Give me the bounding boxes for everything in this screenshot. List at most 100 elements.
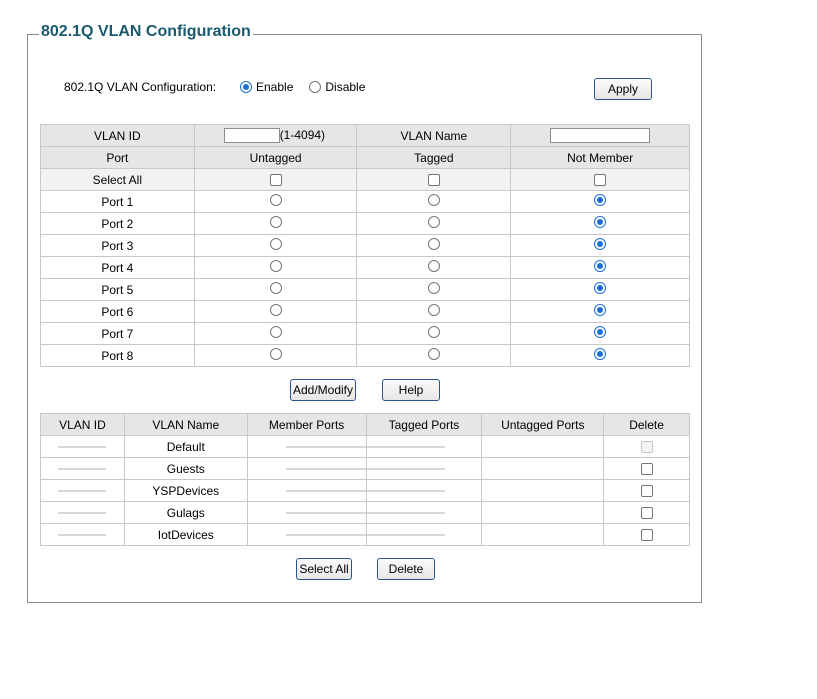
- port-row: Port 6: [40, 300, 690, 323]
- port-header-row: Port Untagged Tagged Not Member: [40, 146, 690, 169]
- delete-checkbox[interactable]: [640, 529, 653, 542]
- member-ports-cell: [246, 479, 367, 502]
- vlan-id-range: (1-4094): [279, 127, 326, 142]
- vlan-id-input[interactable]: [223, 128, 280, 144]
- redacted-value: [58, 468, 107, 471]
- port-tagged-radio[interactable]: [427, 194, 440, 206]
- delete-checkbox[interactable]: [640, 507, 653, 520]
- port-not-member-radio[interactable]: [594, 282, 607, 294]
- tagged-ports-cell: [365, 479, 483, 502]
- add-modify-button[interactable]: Add/Modify: [290, 379, 356, 401]
- disable-radio[interactable]: [309, 81, 322, 93]
- port-not-member-radio[interactable]: [594, 260, 607, 272]
- port-tagged-radio[interactable]: [427, 304, 440, 316]
- vlan-name-cell: [510, 124, 690, 147]
- untagged-ports-cell: [481, 435, 605, 458]
- port-not-member-radio[interactable]: [594, 194, 607, 206]
- tagged-ports-cell: [365, 435, 483, 458]
- select-all-untagged-checkbox[interactable]: [269, 174, 282, 187]
- port-name: Port 4: [40, 256, 195, 279]
- header-untagged: Untagged: [193, 146, 358, 169]
- port-untagged-radio[interactable]: [269, 326, 282, 338]
- port-name: Port 6: [40, 300, 195, 323]
- vlan-name-label: VLAN Name: [356, 124, 512, 147]
- member-ports-cell: [246, 457, 367, 480]
- untagged-ports-cell: [481, 501, 605, 524]
- port-name: Port 5: [40, 278, 195, 301]
- vlan-id-cell: [40, 435, 125, 458]
- port-untagged-radio[interactable]: [269, 238, 282, 250]
- delete-button[interactable]: Delete: [377, 558, 435, 580]
- port-tagged-radio[interactable]: [427, 326, 440, 338]
- port-name: Port 2: [40, 212, 195, 235]
- port-name: Port 1: [40, 190, 195, 213]
- vlan-list-table: VLAN ID VLAN Name Member Ports Tagged Po…: [40, 413, 690, 546]
- port-untagged-radio[interactable]: [269, 282, 282, 294]
- vlan-row: Gulags: [40, 501, 690, 524]
- redacted-value: [285, 468, 366, 471]
- header-not-member: Not Member: [510, 146, 690, 169]
- port-row: Port 3: [40, 234, 690, 257]
- vlan-name-cell: Default: [123, 435, 248, 458]
- tagged-ports-cell: [365, 501, 483, 524]
- redacted-value: [58, 512, 107, 515]
- delete-checkbox[interactable]: [640, 463, 653, 476]
- header-port: Port: [40, 146, 195, 169]
- enable-option[interactable]: Enable: [240, 80, 293, 94]
- enable-radio[interactable]: [240, 81, 252, 93]
- help-button[interactable]: Help: [382, 379, 440, 401]
- redacted-value: [366, 468, 445, 471]
- select-all-not-member-checkbox[interactable]: [594, 174, 607, 187]
- port-row: Port 7: [40, 322, 690, 345]
- header-tagged: Tagged: [356, 146, 512, 169]
- page-title: 802.1Q VLAN Configuration: [39, 23, 253, 41]
- redacted-value: [285, 490, 366, 493]
- header-delete: Delete: [603, 413, 690, 436]
- port-row: Port 2: [40, 212, 690, 235]
- port-row: Port 8: [40, 344, 690, 367]
- select-all-button[interactable]: Select All: [296, 558, 352, 580]
- port-tagged-radio[interactable]: [427, 260, 440, 272]
- port-tagged-radio[interactable]: [427, 216, 440, 228]
- enable-label: Enable: [256, 80, 294, 94]
- disable-label: Disable: [325, 80, 366, 94]
- port-untagged-radio[interactable]: [269, 304, 282, 316]
- port-untagged-radio[interactable]: [269, 348, 282, 360]
- vlan-row: Guests: [40, 457, 690, 480]
- port-untagged-radio[interactable]: [269, 216, 282, 228]
- redacted-value: [58, 490, 107, 493]
- port-untagged-radio[interactable]: [269, 260, 282, 272]
- vlan-list-header-row: VLAN ID VLAN Name Member Ports Tagged Po…: [40, 413, 690, 436]
- port-not-member-radio[interactable]: [594, 216, 607, 228]
- vlan-id-cell: (1-4094): [193, 124, 358, 147]
- redacted-value: [366, 512, 445, 515]
- select-all-tagged-checkbox[interactable]: [427, 174, 440, 187]
- port-tagged-radio[interactable]: [427, 282, 440, 294]
- disable-option[interactable]: Disable: [309, 80, 365, 94]
- tagged-ports-cell: [365, 523, 483, 546]
- port-not-member-radio[interactable]: [594, 326, 607, 338]
- redacted-value: [285, 512, 366, 515]
- delete-checkbox[interactable]: [640, 485, 653, 498]
- port-tagged-radio[interactable]: [427, 238, 440, 250]
- port-tagged-radio[interactable]: [427, 348, 440, 360]
- global-enable-label: 802.1Q VLAN Configuration:: [64, 80, 217, 94]
- port-not-member-radio[interactable]: [594, 304, 607, 316]
- header-vlan-id: VLAN ID: [40, 413, 125, 436]
- port-untagged-radio[interactable]: [269, 194, 282, 206]
- redacted-value: [366, 446, 445, 449]
- vlan-name-input[interactable]: [550, 128, 651, 144]
- header-untagged-ports: Untagged Ports: [481, 413, 605, 436]
- untagged-ports-cell: [481, 523, 605, 546]
- port-not-member-radio[interactable]: [594, 238, 607, 250]
- port-row: Port 5: [40, 278, 690, 301]
- header-member-ports: Member Ports: [246, 413, 367, 436]
- vlan-name-cell: Guests: [123, 457, 248, 480]
- vlan-row: Default: [40, 435, 690, 458]
- port-not-member-radio[interactable]: [594, 348, 607, 360]
- vlan-name-cell: IotDevices: [123, 523, 248, 546]
- untagged-ports-cell: [481, 479, 605, 502]
- apply-button[interactable]: Apply: [594, 78, 652, 100]
- header-vlan-name: VLAN Name: [123, 413, 248, 436]
- redacted-value: [285, 534, 366, 537]
